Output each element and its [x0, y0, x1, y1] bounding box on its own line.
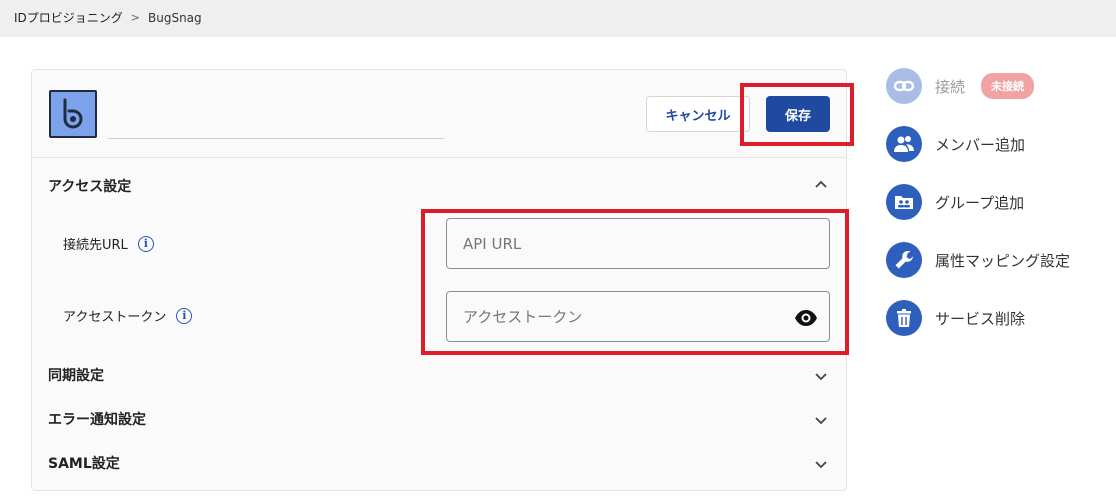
- top-bar: IDプロビジョニング > BugSnag: [0, 0, 1116, 37]
- eye-icon[interactable]: [794, 306, 818, 330]
- section-error-title[interactable]: エラー通知設定: [48, 409, 146, 429]
- status-badge: 未接続: [981, 73, 1035, 99]
- sidebar-item-label: 属性マッピング設定: [935, 251, 1071, 270]
- url-label-row: 接続先URL i: [63, 234, 154, 253]
- trash-icon: [886, 300, 922, 336]
- users-icon: [886, 126, 922, 162]
- sidebar-item-label: 接続: [935, 77, 966, 96]
- section-access-title[interactable]: アクセス設定: [48, 176, 131, 196]
- breadcrumb-separator: >: [130, 11, 140, 24]
- cancel-button[interactable]: キャンセル: [646, 96, 750, 132]
- breadcrumb-current: BugSnag: [148, 10, 202, 25]
- info-icon[interactable]: i: [137, 235, 154, 252]
- service-name-field[interactable]: [108, 136, 444, 139]
- sidebar-item-attribute-mapping[interactable]: 属性マッピング設定: [886, 242, 1106, 278]
- token-label-row: アクセストークン i: [63, 306, 193, 325]
- sidebar-item-label: メンバー追加: [935, 135, 1026, 154]
- sidebar-item-label: サービス削除: [935, 309, 1026, 328]
- chevron-down-icon[interactable]: [812, 411, 830, 429]
- breadcrumb-parent[interactable]: IDプロビジョニング: [14, 9, 123, 26]
- url-label: 接続先URL: [63, 238, 128, 253]
- chevron-down-icon[interactable]: [812, 455, 830, 473]
- wrench-icon: [886, 242, 922, 278]
- sidebar-item-delete-service[interactable]: サービス削除: [886, 300, 1106, 336]
- section-saml-title[interactable]: SAML設定: [48, 453, 120, 473]
- sidebar-item-label: グループ追加: [935, 193, 1025, 212]
- api-url-input[interactable]: [446, 218, 830, 269]
- sidebar-item-connect[interactable]: 接続 未接続: [886, 68, 1106, 104]
- card-header: キャンセル 保存: [32, 70, 854, 158]
- bugsnag-logo-icon: [49, 90, 97, 138]
- service-settings-card: キャンセル 保存 アクセス設定 接続先URL i アクセストークン i 同期設定…: [31, 69, 854, 491]
- info-icon[interactable]: i: [176, 307, 193, 324]
- chevron-up-icon[interactable]: [812, 176, 830, 194]
- access-token-input[interactable]: [446, 291, 830, 342]
- section-sync-title[interactable]: 同期設定: [48, 365, 104, 385]
- breadcrumb: IDプロビジョニング > BugSnag: [14, 9, 202, 26]
- chevron-down-icon[interactable]: [812, 367, 830, 385]
- group-folder-icon: [886, 184, 922, 220]
- save-button[interactable]: 保存: [766, 96, 830, 132]
- link-icon: [886, 68, 922, 104]
- sidebar-item-add-member[interactable]: メンバー追加: [886, 126, 1106, 162]
- sidebar-item-add-group[interactable]: グループ追加: [886, 184, 1106, 220]
- token-label: アクセストークン: [63, 310, 167, 325]
